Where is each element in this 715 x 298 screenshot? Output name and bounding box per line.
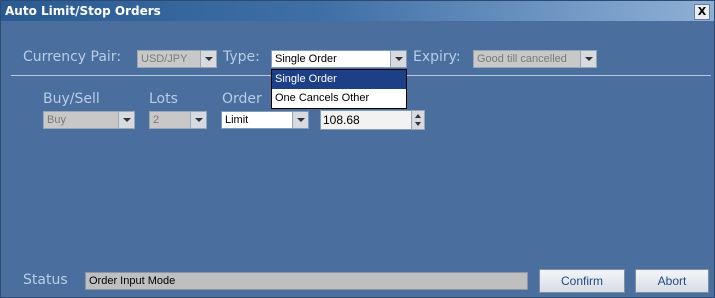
type-select[interactable]: Single Order: [271, 50, 407, 68]
lots-select[interactable]: 2: [149, 111, 207, 129]
window-title: Auto Limit/Stop Orders: [5, 4, 161, 18]
buy-sell-label: Buy/Sell: [43, 91, 100, 107]
chevron-down-icon[interactable]: [118, 112, 134, 128]
expiry-select[interactable]: Good till cancelled: [473, 50, 597, 68]
chevron-down-icon[interactable]: [292, 112, 308, 128]
lots-label: Lots: [149, 91, 178, 107]
type-option-one-cancels-other[interactable]: One Cancels Other: [272, 89, 406, 108]
close-icon[interactable]: X: [694, 4, 710, 20]
chevron-down-icon[interactable]: [200, 51, 216, 67]
price-spinner[interactable]: [411, 110, 425, 130]
status-field: Order Input Mode: [85, 272, 528, 290]
auto-limit-stop-orders-window: Auto Limit/Stop Orders X Currency Pair: …: [0, 0, 715, 298]
expiry-value: Good till cancelled: [477, 53, 567, 65]
expiry-label: Expiry:: [413, 49, 461, 65]
order-type-select[interactable]: Limit: [221, 111, 309, 129]
currency-pair-value: USD/JPY: [141, 53, 188, 65]
type-label: Type:: [223, 49, 260, 65]
currency-pair-select[interactable]: USD/JPY: [137, 50, 217, 68]
abort-button[interactable]: Abort: [635, 269, 709, 293]
order-label: Order: [222, 91, 262, 107]
order-type-value: Limit: [225, 114, 249, 126]
status-label: Status: [23, 272, 68, 288]
spin-up-icon[interactable]: [415, 114, 421, 118]
buy-sell-select[interactable]: Buy: [43, 111, 135, 129]
price-input[interactable]: 108.68: [320, 110, 412, 130]
chevron-down-icon[interactable]: [390, 51, 406, 67]
chevron-down-icon[interactable]: [190, 112, 206, 128]
confirm-button[interactable]: Confirm: [539, 269, 625, 293]
buy-sell-value: Buy: [47, 114, 66, 126]
type-dropdown-list: Single Order One Cancels Other: [271, 69, 407, 109]
title-bar: Auto Limit/Stop Orders X: [1, 1, 714, 21]
chevron-down-icon[interactable]: [580, 51, 596, 67]
type-value: Single Order: [275, 53, 337, 65]
type-option-single-order[interactable]: Single Order: [272, 70, 406, 89]
currency-pair-label: Currency Pair:: [23, 49, 122, 65]
lots-value: 2: [153, 114, 160, 126]
spin-down-icon[interactable]: [415, 122, 421, 126]
